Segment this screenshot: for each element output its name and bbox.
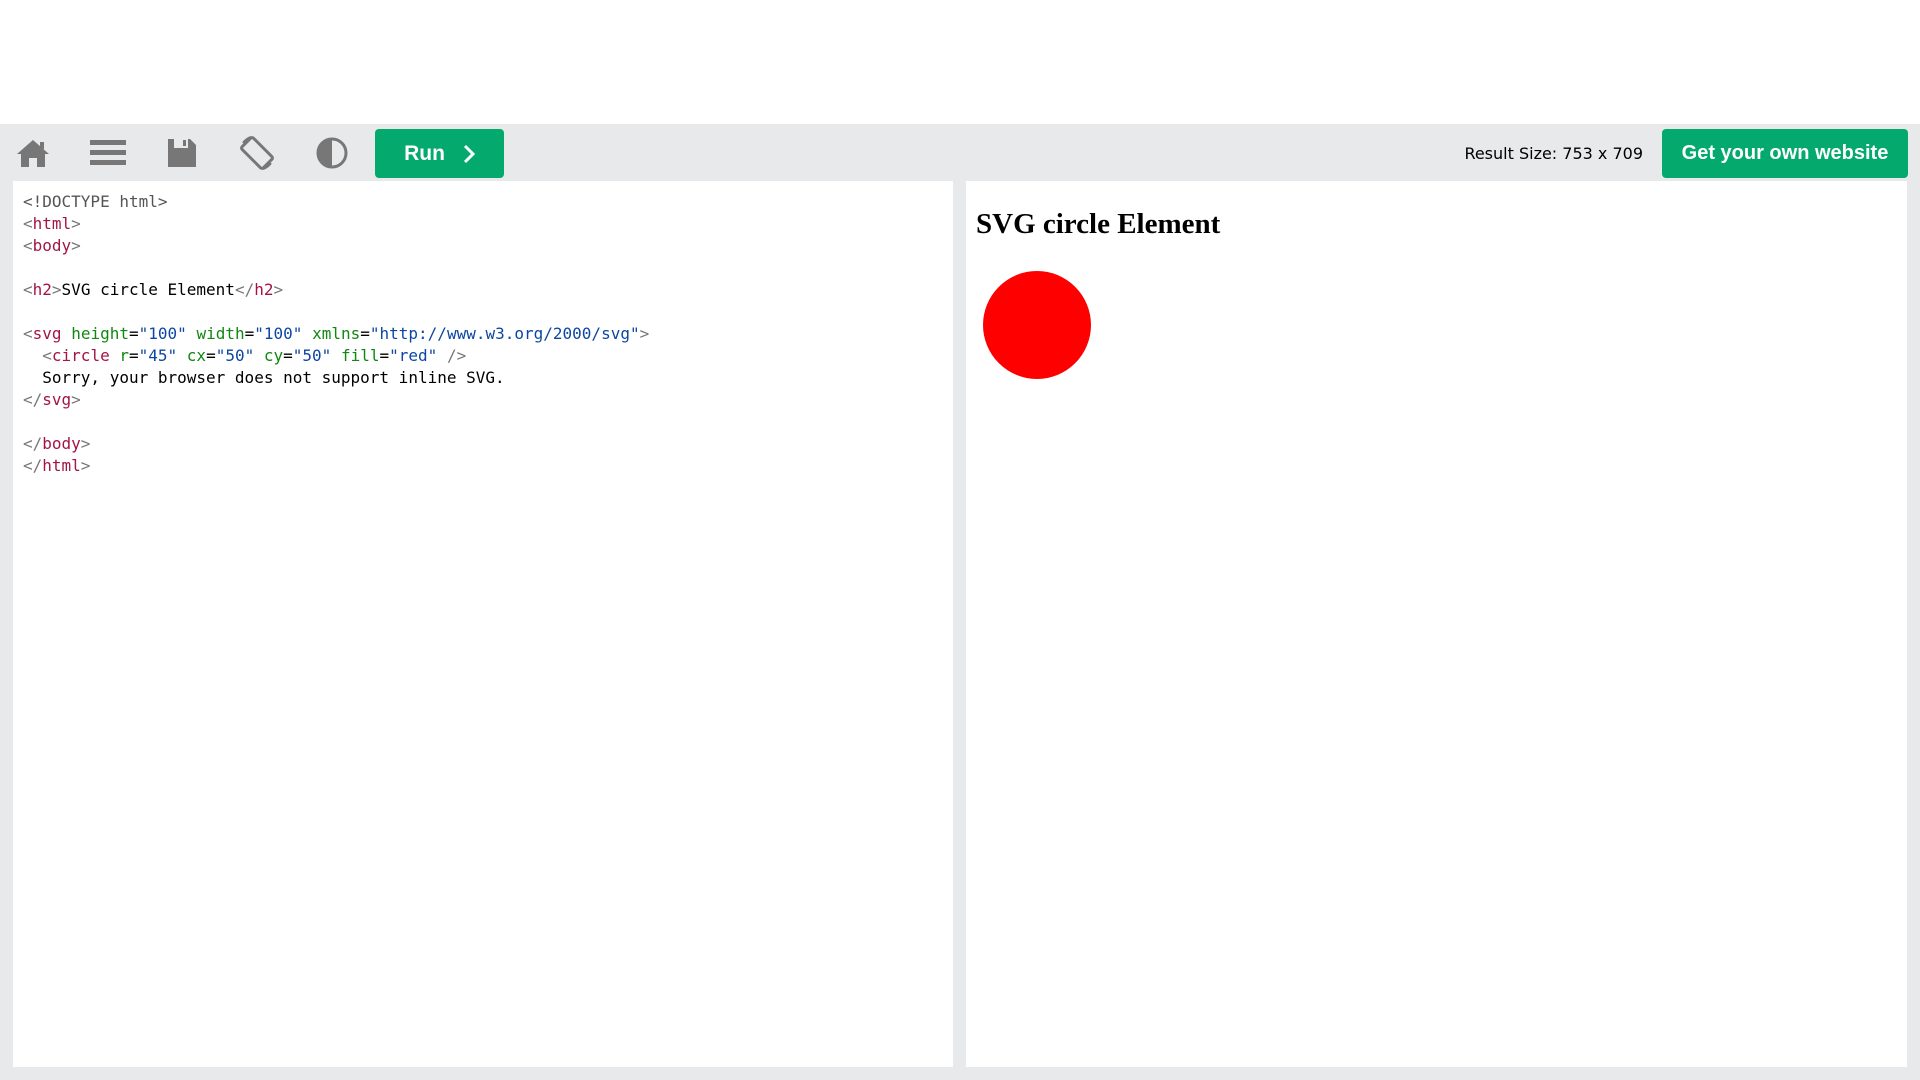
code-token: height [71, 324, 129, 343]
code-token: > [639, 324, 650, 343]
rotate-icon[interactable] [235, 133, 279, 173]
code-token: h2 [32, 280, 52, 299]
code-token: SVG circle Element [61, 280, 235, 299]
contrast-icon[interactable] [310, 133, 354, 173]
code-token: svg [42, 390, 72, 409]
code-token: = [128, 324, 139, 343]
code-token: = [206, 346, 216, 365]
save-icon[interactable] [160, 133, 204, 173]
code-token: = [379, 346, 390, 365]
code-token: xmlns [312, 324, 361, 343]
code-token: </ [23, 456, 43, 475]
code-line: Sorry, your browser does not support inl… [23, 367, 953, 389]
code-token: = [244, 324, 255, 343]
code-token: "100" [138, 324, 187, 343]
code-token: < [42, 346, 52, 365]
get-own-website-button[interactable]: Get your own website [1662, 129, 1908, 178]
toolbar: Run Result Size: 753 x 709 Get your own … [0, 124, 1920, 180]
code-token: /> [446, 346, 467, 365]
red-circle [983, 271, 1091, 379]
code-line: <html> [23, 213, 953, 235]
chevron-right-icon [463, 144, 475, 163]
code-token: > [80, 434, 91, 453]
result-heading: SVG circle Element [976, 208, 1221, 240]
result-size: Result Size: 753 x 709 [1464, 144, 1643, 163]
code-token: </ [23, 434, 43, 453]
code-token: fill [340, 346, 380, 365]
code-token: = [128, 346, 139, 365]
code-token: svg [32, 324, 62, 343]
menu-icon[interactable] [86, 133, 130, 173]
code-token: > [71, 390, 81, 409]
code-token: circle [51, 346, 110, 365]
code-token: cx [186, 346, 207, 365]
code-token: "red" [389, 346, 438, 365]
code-token: > [80, 456, 91, 475]
run-label: Run [404, 141, 445, 165]
code-token: < [23, 236, 33, 255]
code-token: Sorry, your browser does not support inl… [23, 368, 505, 387]
code-token: body [42, 434, 81, 453]
workspace: <!DOCTYPE html> <html> <body> <h2>SVG circ… [0, 180, 1920, 1080]
code-line: </svg> [23, 389, 953, 411]
code-token: "50" [292, 346, 332, 365]
code-line: <body> [23, 235, 953, 257]
code-line: <h2>SVG circle Element</h2> [23, 279, 953, 301]
code-token: cy [263, 346, 284, 365]
code-line: <!DOCTYPE html> [23, 191, 953, 213]
run-button[interactable]: Run [375, 129, 504, 178]
top-blank-area [0, 0, 1920, 124]
code-token: "45" [138, 346, 178, 365]
code-token: h2 [254, 280, 274, 299]
code-line: </body> [23, 433, 953, 455]
code-token: </ [23, 390, 43, 409]
code-token: r [119, 346, 129, 365]
code-token: < [23, 214, 33, 233]
code-token: <!DOCTYPE html> [23, 192, 168, 211]
code-editor[interactable]: <!DOCTYPE html> <html> <body> <h2>SVG circ… [13, 181, 953, 1067]
home-icon[interactable] [11, 133, 55, 173]
code-token: body [32, 236, 72, 255]
code-token: > [273, 280, 284, 299]
code-token: = [360, 324, 370, 343]
code-token: < [23, 280, 33, 299]
code-token: = [283, 346, 293, 365]
code-line: <circle r="45" cx="50" cy="50" fill="red… [23, 345, 953, 367]
code-token: > [71, 236, 81, 255]
result-pane: SVG circle Element [966, 181, 1907, 1067]
code-token: "50" [215, 346, 255, 365]
code-token: > [51, 280, 62, 299]
code-token: "100" [254, 324, 303, 343]
code-token: width [196, 324, 245, 343]
code-token: html [42, 456, 81, 475]
result-svg [983, 271, 1091, 379]
code-line: <svg height="100" width="100" xmlns="htt… [23, 323, 953, 345]
code-token: < [23, 324, 33, 343]
code-token: html [32, 214, 72, 233]
code-token: </ [234, 280, 255, 299]
code-line: </html> [23, 455, 953, 477]
code-token: "http://www.w3.org/2000/svg" [369, 324, 640, 343]
code-token: > [71, 214, 81, 233]
